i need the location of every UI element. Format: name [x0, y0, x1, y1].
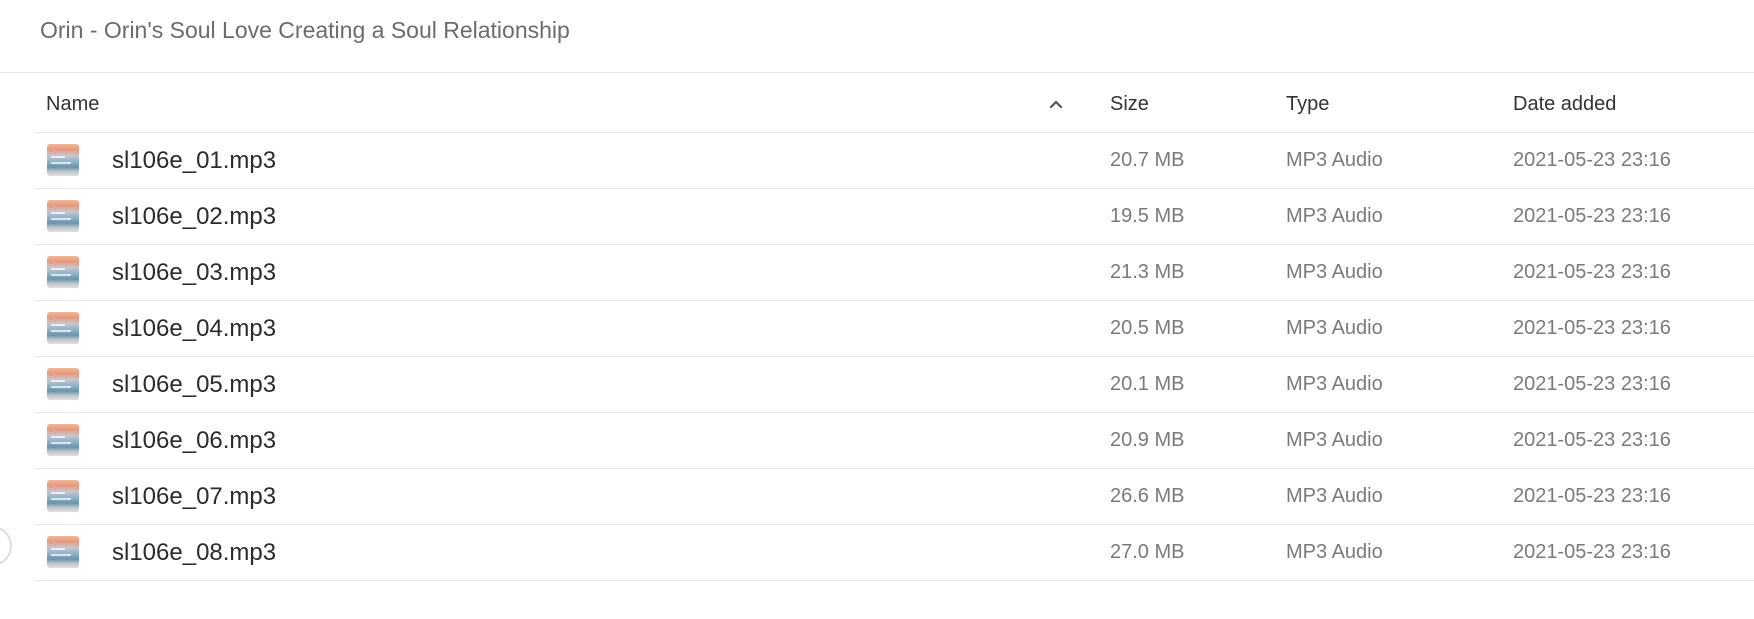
file-size: 19.5 MB [1110, 205, 1185, 227]
table-row[interactable]: sl106e_01.mp3 20.7 MB MP3 Audio 2021-05-… [36, 133, 1754, 189]
file-type: MP3 Audio [1286, 261, 1383, 283]
file-date-added: 2021-05-23 23:16 [1513, 485, 1671, 507]
file-date-added: 2021-05-23 23:16 [1513, 317, 1671, 339]
file-name[interactable]: sl106e_08.mp3 [112, 525, 276, 580]
file-name[interactable]: sl106e_05.mp3 [112, 357, 276, 412]
column-header-name[interactable]: Name [46, 77, 99, 132]
folder-title: Orin - Orin's Soul Love Creating a Soul … [40, 17, 570, 43]
audio-thumbnail-icon [47, 368, 79, 400]
audio-thumbnail-icon [47, 256, 79, 288]
file-size: 26.6 MB [1110, 485, 1185, 507]
audio-thumbnail-icon [47, 480, 79, 512]
audio-thumbnail-icon [47, 424, 79, 456]
file-date-added: 2021-05-23 23:16 [1513, 261, 1671, 283]
file-name[interactable]: sl106e_03.mp3 [112, 245, 276, 300]
audio-thumbnail-icon [47, 536, 79, 568]
audio-thumbnail-icon [47, 200, 79, 232]
file-name[interactable]: sl106e_01.mp3 [112, 133, 276, 188]
table-row[interactable]: sl106e_08.mp3 27.0 MB MP3 Audio 2021-05-… [36, 525, 1754, 581]
file-date-added: 2021-05-23 23:16 [1513, 149, 1671, 171]
file-type: MP3 Audio [1286, 149, 1383, 171]
table-row[interactable]: sl106e_04.mp3 20.5 MB MP3 Audio 2021-05-… [36, 301, 1754, 357]
file-size: 20.7 MB [1110, 149, 1185, 171]
file-date-added: 2021-05-23 23:16 [1513, 541, 1671, 563]
file-table: Name Size Type Date added sl106e_01.mp3 … [36, 77, 1754, 581]
file-type: MP3 Audio [1286, 205, 1383, 227]
table-row[interactable]: sl106e_06.mp3 20.9 MB MP3 Audio 2021-05-… [36, 413, 1754, 469]
audio-thumbnail-icon [47, 144, 79, 176]
file-type: MP3 Audio [1286, 317, 1383, 339]
divider [0, 72, 1754, 73]
file-date-added: 2021-05-23 23:16 [1513, 205, 1671, 227]
file-size: 21.3 MB [1110, 261, 1185, 283]
table-header: Name Size Type Date added [36, 77, 1754, 133]
chevron-up-icon[interactable] [1047, 95, 1065, 113]
file-type: MP3 Audio [1286, 429, 1383, 451]
file-type: MP3 Audio [1286, 373, 1383, 395]
column-header-date-added[interactable]: Date added [1513, 77, 1616, 132]
file-name[interactable]: sl106e_07.mp3 [112, 469, 276, 524]
file-date-added: 2021-05-23 23:16 [1513, 373, 1671, 395]
scroll-indicator[interactable] [0, 526, 12, 566]
file-type: MP3 Audio [1286, 541, 1383, 563]
file-name[interactable]: sl106e_06.mp3 [112, 413, 276, 468]
file-size: 20.5 MB [1110, 317, 1185, 339]
file-type: MP3 Audio [1286, 485, 1383, 507]
column-header-size[interactable]: Size [1110, 77, 1149, 132]
file-size: 27.0 MB [1110, 541, 1185, 563]
file-size: 20.9 MB [1110, 429, 1185, 451]
file-size: 20.1 MB [1110, 373, 1185, 395]
audio-thumbnail-icon [47, 312, 79, 344]
file-date-added: 2021-05-23 23:16 [1513, 429, 1671, 451]
table-row[interactable]: sl106e_05.mp3 20.1 MB MP3 Audio 2021-05-… [36, 357, 1754, 413]
file-name[interactable]: sl106e_02.mp3 [112, 189, 276, 244]
column-header-type[interactable]: Type [1286, 77, 1329, 132]
table-row[interactable]: sl106e_07.mp3 26.6 MB MP3 Audio 2021-05-… [36, 469, 1754, 525]
table-row[interactable]: sl106e_03.mp3 21.3 MB MP3 Audio 2021-05-… [36, 245, 1754, 301]
file-name[interactable]: sl106e_04.mp3 [112, 301, 276, 356]
table-row[interactable]: sl106e_02.mp3 19.5 MB MP3 Audio 2021-05-… [36, 189, 1754, 245]
